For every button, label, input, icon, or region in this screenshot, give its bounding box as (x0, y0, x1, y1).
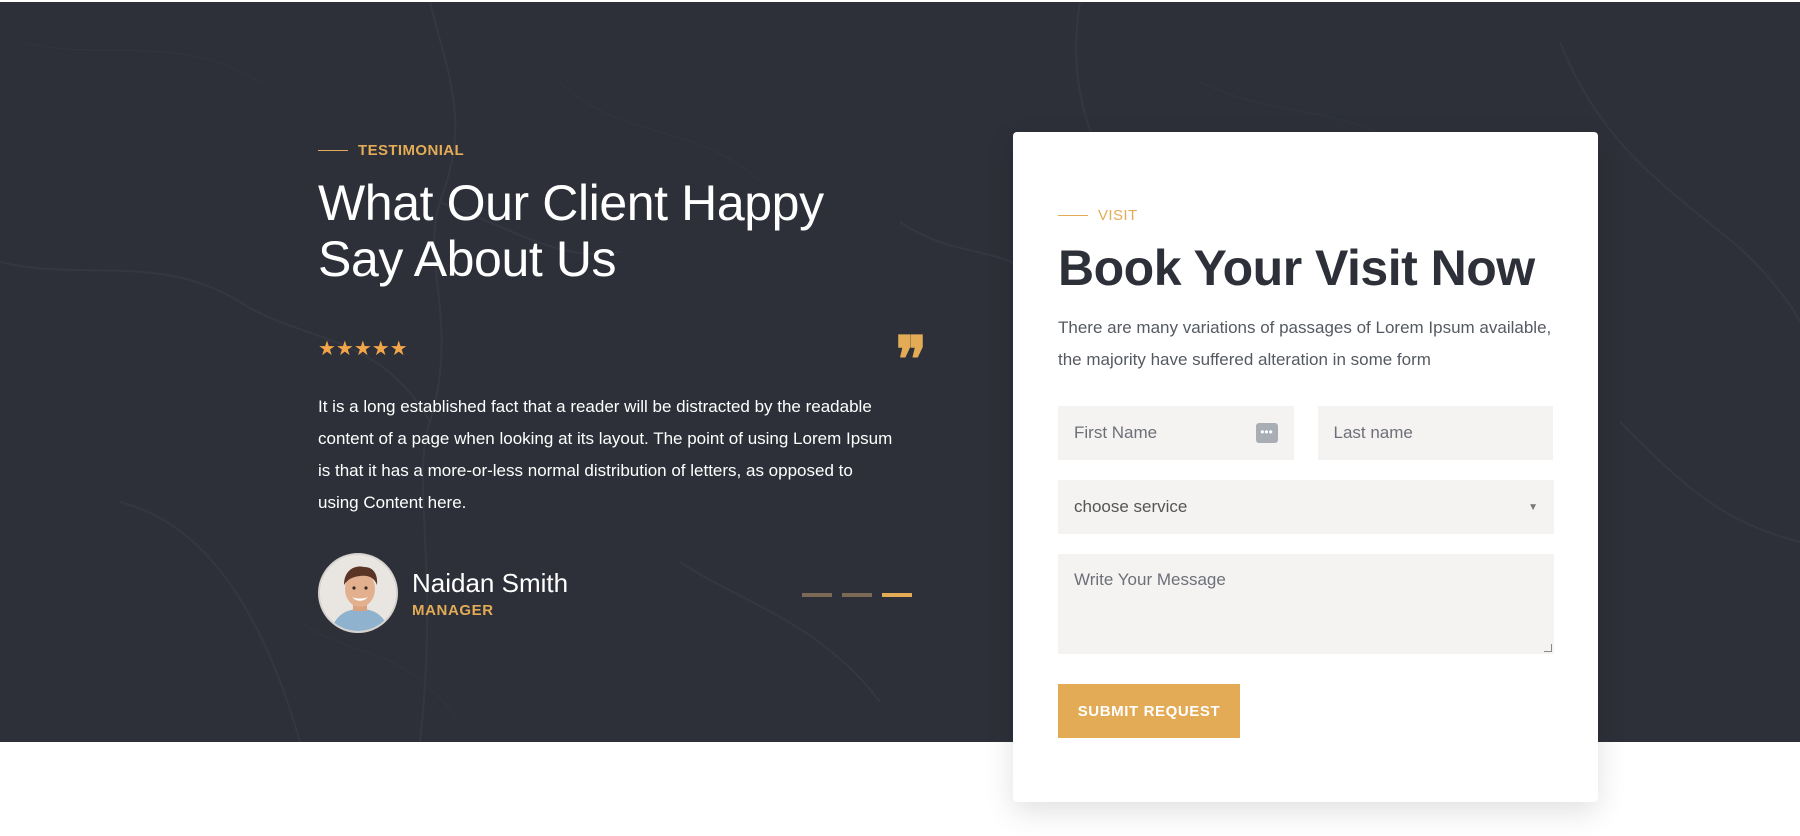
author-meta: Naidan Smith MANAGER (412, 568, 568, 619)
booking-description: There are many variations of passages of… (1058, 318, 1552, 369)
message-placeholder: Write Your Message (1074, 570, 1226, 589)
author-role: MANAGER (412, 601, 494, 619)
password-manager-icon[interactable]: ••• (1255, 423, 1278, 443)
testimonial-heading: What Our Client Happy Say About Us (318, 175, 918, 287)
slider-dot-1[interactable] (802, 593, 832, 597)
eyebrow-line (318, 149, 348, 152)
slider-dots (802, 593, 912, 597)
chevron-down-icon: ▼ (1528, 501, 1538, 513)
heading-line-2: Say About Us (318, 231, 617, 287)
author-name: Naidan Smith (412, 567, 569, 598)
resize-handle[interactable] (1544, 644, 1552, 652)
testimonial-eyebrow: TESTIMONIAL (318, 142, 928, 159)
service-select[interactable]: choose service ▼ (1058, 480, 1554, 534)
star-rating: ★★★★★ (318, 338, 408, 360)
testimonial-author: Naidan Smith MANAGER (318, 553, 920, 633)
quote-icon: ❞ (895, 323, 927, 398)
booking-eyebrow: VISIT (1058, 207, 1553, 224)
avatar-portrait (320, 555, 396, 631)
last-name-placeholder: Last name (1333, 423, 1413, 442)
eyebrow-text: VISIT (1098, 207, 1138, 224)
slider-dot-3[interactable] (882, 593, 912, 597)
booking-card: VISIT Book Your Visit Now There are many… (1013, 132, 1598, 802)
heading-line-1: What Our Client Happy (318, 175, 824, 231)
rating-row: ★★★★★ ❞ (318, 329, 928, 393)
avatar (318, 553, 398, 633)
eyebrow-text: TESTIMONIAL (358, 142, 465, 159)
first-name-placeholder: First Name (1074, 423, 1158, 442)
eyebrow-line (1058, 214, 1088, 217)
last-name-field[interactable]: Last name (1317, 406, 1553, 460)
submit-request-button[interactable]: SUBMIT REQUEST (1058, 684, 1240, 738)
testimonial-block: TESTIMONIAL What Our Client Happy Say Ab… (318, 142, 928, 633)
first-name-field[interactable]: First Name ••• (1058, 406, 1294, 460)
testimonial-text: It is a long established fact that a rea… (318, 397, 893, 512)
service-select-value: choose service (1074, 497, 1188, 516)
name-row: First Name ••• Last name (1058, 406, 1553, 460)
slider-dot-2[interactable] (842, 593, 872, 597)
message-textarea[interactable]: Write Your Message (1058, 554, 1554, 654)
booking-title: Book Your Visit Now (1058, 240, 1535, 296)
